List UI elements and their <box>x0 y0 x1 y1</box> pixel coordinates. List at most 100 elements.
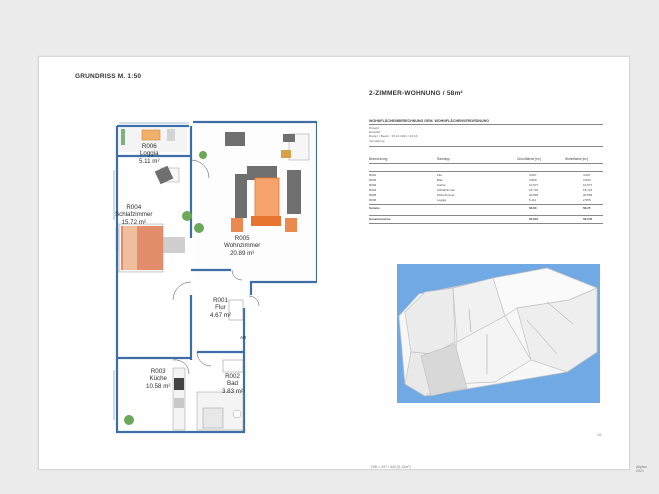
room-area: 15.72 m² <box>121 218 146 226</box>
room-area: 20.89 m² <box>229 249 255 257</box>
table-title: WOHNFLÄCHENBERECHNUNG GEM. WOHNFLÄCHENVE… <box>369 119 489 123</box>
divider <box>369 146 603 147</box>
cell: Schlafzimmer <box>437 188 456 192</box>
cell: R005 <box>369 193 377 197</box>
room-area: 4.67 m² <box>210 311 231 319</box>
cell: 15.724 <box>583 188 593 192</box>
rug-stripe <box>251 216 281 226</box>
cell: 10.577 <box>583 183 593 187</box>
3d-model-view <box>397 264 600 403</box>
page-number: 1/1 <box>597 433 602 437</box>
footer-scale: H/B = 297 / 420 (0.12m²) <box>371 465 411 469</box>
col-header: Wohnfläche [m²] <box>565 157 589 161</box>
room-id: R004 <box>126 204 142 211</box>
plan-title: GRUNDRISS M. 1:50 <box>75 73 142 80</box>
room-area: 5.11 m² <box>139 157 160 165</box>
cell: 15.724 <box>529 188 539 192</box>
room-id: R005 <box>234 235 250 242</box>
cell: 20.893 <box>583 193 593 197</box>
cell: Flur <box>437 173 443 177</box>
room-id: R002 <box>225 373 240 380</box>
cell: R002 <box>369 178 377 182</box>
cell: 58.25 <box>583 206 591 210</box>
closet-box <box>222 359 244 373</box>
closet-label: AR <box>240 335 247 340</box>
cell: Küche <box>437 183 446 187</box>
sofa <box>287 170 301 214</box>
shower <box>202 407 224 429</box>
room-label-r004: R004 Schlafzimmer 15.72 m² <box>115 204 152 226</box>
divider <box>369 163 603 164</box>
table-row: R006 Loggia 5.111 2.555 <box>369 198 603 203</box>
room-id: R001 <box>213 297 228 304</box>
cell: 3.830 <box>529 178 537 182</box>
cell: Wohnzimmer <box>437 193 455 197</box>
bed-pillows <box>123 226 137 270</box>
room-name: Schlafzimmer <box>115 211 153 219</box>
floor-plan <box>113 120 317 434</box>
meta-line: Verwaltung: <box>369 138 386 143</box>
room-label-r005: R005 Wohnzimmer 20.89 m² <box>224 235 260 257</box>
cell: R003 <box>369 183 377 187</box>
room-label-r006: R006 Loggia 5.11 m² <box>139 143 160 165</box>
col-header: Raumtyp <box>437 157 450 161</box>
stove-icon <box>174 378 184 390</box>
col-header: Grundfläche [m²] <box>517 157 541 161</box>
plant-icon <box>121 129 125 145</box>
room-label-r002: R002 Bad 3.83 m² <box>222 373 243 395</box>
screen-background: GRUNDRISS M. 1:50 2-ZIMMER-WOHNUNG / 58m… <box>0 0 659 494</box>
room-name: Bad <box>226 380 238 388</box>
plant-icon <box>199 151 207 159</box>
cell: R001 <box>369 173 377 177</box>
cell: 3.830 <box>583 178 591 182</box>
side-table <box>281 150 291 158</box>
area-calculation-table: WOHNFLÄCHENBERECHNUNG GEM. WOHNFLÄCHENVE… <box>369 119 603 239</box>
divider <box>369 124 603 125</box>
cell: Bad <box>437 178 443 182</box>
room-area: 3.83 m² <box>222 387 243 395</box>
plant-icon <box>124 415 134 425</box>
apartment-title: 2-ZIMMER-WOHNUNG / 58m² <box>369 90 463 97</box>
plan-sheet: GRUNDRISS M. 1:50 2-ZIMMER-WOHNUNG / 58m… <box>38 56 647 473</box>
cell: 58.245 <box>583 217 593 221</box>
divider <box>369 223 603 224</box>
col-header: Bezeichnung <box>369 157 388 161</box>
room-name: Wohnzimmer <box>224 242 261 250</box>
coffee-table <box>254 177 280 223</box>
room-name: Flur <box>215 304 226 312</box>
room-id: R003 <box>150 368 166 375</box>
sink-icon <box>174 398 184 408</box>
chair <box>285 218 297 232</box>
cell: 5.111 <box>529 198 537 202</box>
room-label-r001: R001 Flur 4.67 m² <box>210 297 231 319</box>
cell: 10.577 <box>529 183 539 187</box>
cell: 4.667 <box>529 173 537 177</box>
summary-row: Summe 60.80 58.25 <box>369 206 603 211</box>
cell: 60.80 <box>529 206 537 210</box>
cell: 20.893 <box>529 193 539 197</box>
cell: Summe <box>369 206 380 210</box>
total-row: Gesamtsumme 60.801 58.245 <box>369 217 603 222</box>
cell: Loggia <box>437 198 447 202</box>
entry-niche <box>228 299 244 321</box>
divider <box>369 204 603 205</box>
meta-line: Datum / Bearb.: 15.12.2021 / 10:16 <box>369 134 418 139</box>
chair <box>231 218 243 232</box>
loggia-table <box>141 129 161 141</box>
loggia-chair <box>167 129 175 141</box>
room-area: 10.58 m² <box>146 382 171 390</box>
divider <box>369 215 603 216</box>
room-id: R006 <box>141 143 157 150</box>
cell: 60.801 <box>529 217 539 221</box>
armchair-living <box>225 132 245 146</box>
cell: R006 <box>369 198 377 202</box>
plant-icon <box>194 223 204 233</box>
wc-icon <box>232 409 242 419</box>
table-meta: Projekt: Ersteller: Datum / Bearb.: 15.1… <box>369 126 417 143</box>
cell: 4.667 <box>583 173 591 177</box>
armchair-living <box>283 134 295 142</box>
room-name: Küche <box>149 375 167 383</box>
room-name: Loggia <box>139 150 159 158</box>
plant-icon <box>182 211 192 221</box>
sofa <box>235 174 247 218</box>
